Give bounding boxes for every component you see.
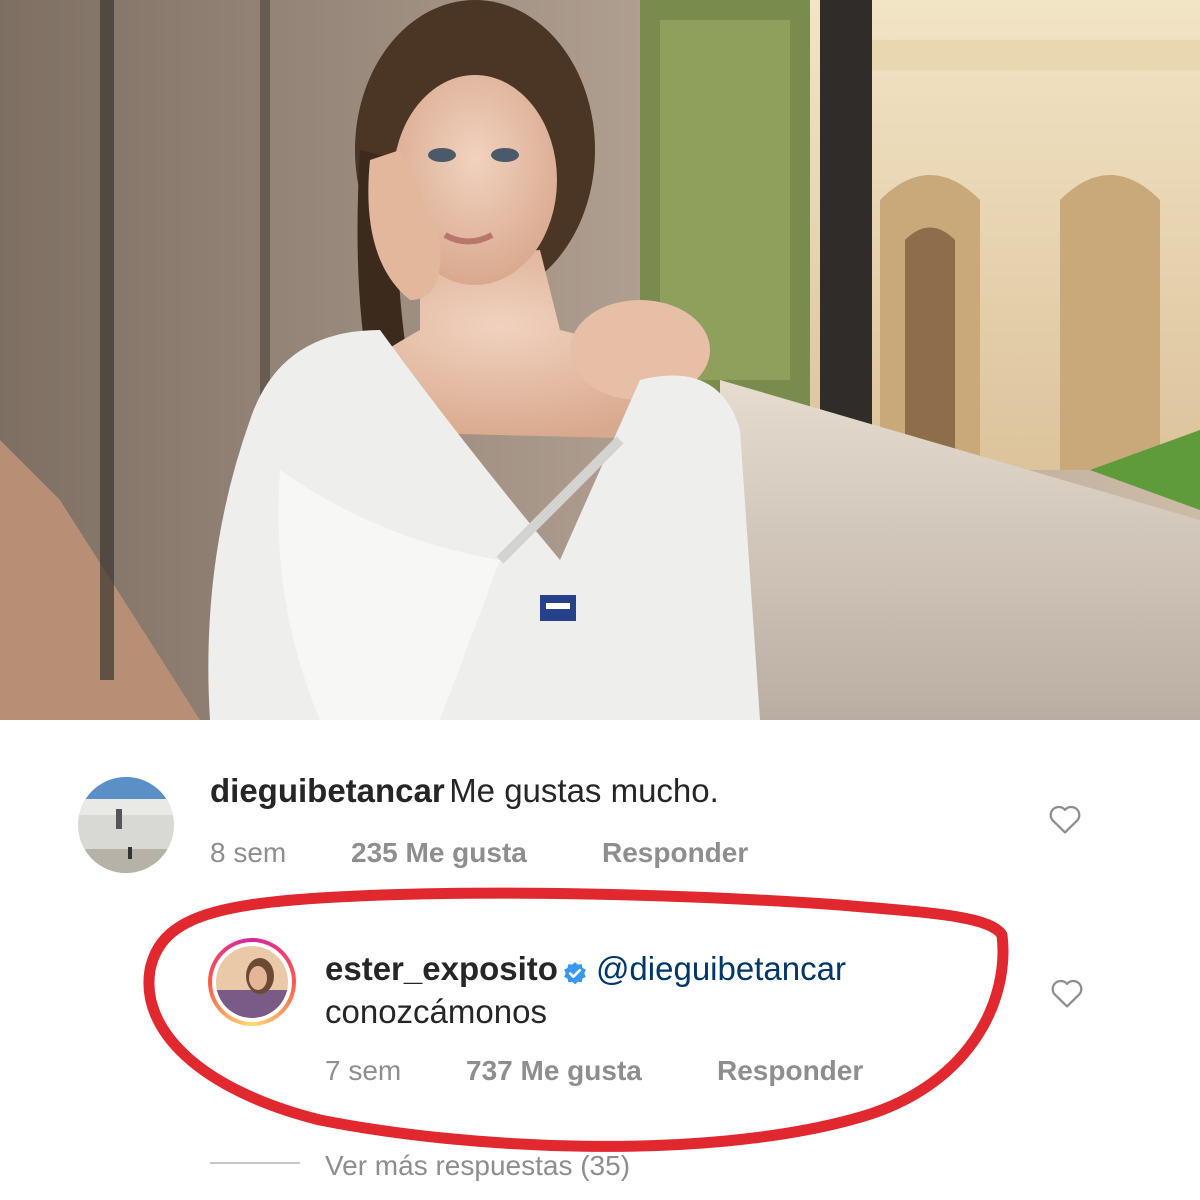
highlight-circle bbox=[143, 887, 1009, 1152]
view-more-label[interactable]: Ver más respuestas (35) bbox=[325, 1150, 630, 1182]
divider-line bbox=[210, 1162, 300, 1164]
